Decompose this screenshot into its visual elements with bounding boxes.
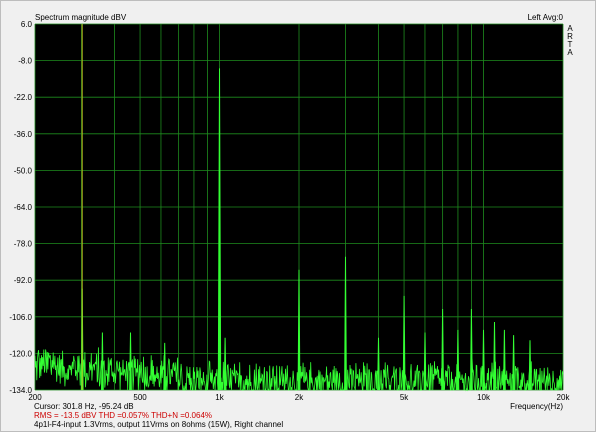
- x-tick-label: 20k: [557, 393, 571, 402]
- channel-avg-label: Left Avg:0: [528, 13, 564, 22]
- cursor-readout: Cursor: 301.8 Hz, -95.24 dB: [34, 402, 134, 411]
- y-tick-label: -64.0: [14, 203, 33, 212]
- y-tick-label: -78.0: [14, 240, 33, 249]
- spectrum-peak: [441, 308, 444, 391]
- x-tick-labels: 200 500 1k 2k 5k 10k 20k: [28, 393, 570, 402]
- x-tick-label: 1k: [215, 393, 224, 402]
- x-tick-label: 10k: [477, 393, 491, 402]
- spectrum-peak: [344, 256, 347, 391]
- chart-title: Spectrum magnitude dBV: [35, 13, 127, 22]
- spectrum-peak: [423, 332, 427, 391]
- x-tick-label: 500: [133, 393, 147, 402]
- y-tick-label: -8.0: [18, 57, 32, 66]
- spectrum-peak: [503, 329, 506, 391]
- y-tick-label: -92.0: [14, 276, 33, 285]
- y-tick-label: -50.0: [14, 166, 33, 175]
- measurement-caption: 4p1l-F4-input 1.3Vrms, output 11Vrms on …: [34, 420, 284, 429]
- spectrum-peak: [482, 329, 485, 391]
- y-tick-label: -36.0: [14, 130, 33, 139]
- y-tick-label: -120.0: [9, 349, 32, 358]
- spectrum-peak: [377, 337, 380, 391]
- spectrum-peak: [528, 340, 532, 391]
- rms-thd-readout: RMS = -13.5 dBV THD =0.057% THD+N =0.064…: [34, 411, 213, 420]
- y-tick-labels: 6.0 -8.0 -22.0 -36.0 -50.0 -64.0 -78.0 -92.0 -10…: [9, 20, 32, 395]
- x-tick-label: 200: [28, 393, 42, 402]
- y-tick-label: 6.0: [21, 20, 33, 29]
- y-tick-label: -106.0: [9, 313, 32, 322]
- spectrum-chart: 6.0 -8.0 -22.0 -36.0 -50.0 -64.0 -78.0 -92.0 -10…: [9, 13, 570, 411]
- arta-watermark: A R T A: [566, 25, 574, 57]
- watermark-letter: A: [567, 48, 573, 57]
- spectrum-peak: [129, 332, 132, 391]
- spectrum-peak: [512, 335, 515, 391]
- y-tick-label: -22.0: [14, 93, 33, 102]
- spectrum-peak: [223, 337, 227, 391]
- spectrum-peak: [456, 329, 460, 391]
- spectrum-peak: [402, 295, 406, 391]
- x-tick-label: 5k: [400, 393, 409, 402]
- x-axis-label: Frequency(Hz): [510, 402, 563, 411]
- spectrum-peak: [101, 332, 104, 391]
- spectrum-peak: [163, 342, 167, 391]
- spectrum-peak: [297, 269, 301, 391]
- x-tick-label: 2k: [295, 393, 304, 402]
- spectrum-peak: [470, 308, 473, 391]
- spectrum-peak: [493, 321, 496, 391]
